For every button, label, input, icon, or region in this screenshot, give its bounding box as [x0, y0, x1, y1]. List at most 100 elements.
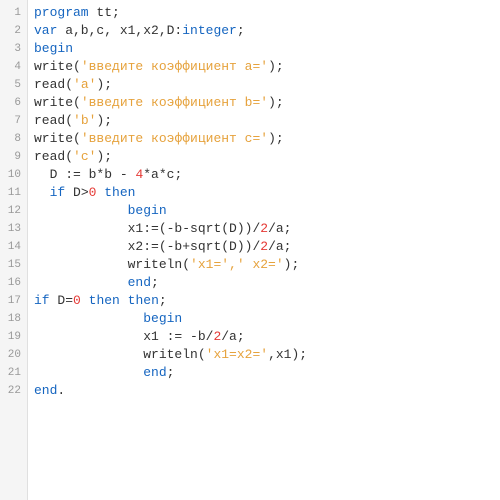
code-line[interactable]: write('введите коэффициент b=');	[34, 94, 500, 112]
code-line[interactable]: x1:=(-b-sqrt(D))/2/a;	[34, 220, 500, 238]
code-line[interactable]: if D=0 then then;	[34, 292, 500, 310]
code-line[interactable]: program tt;	[34, 4, 500, 22]
line-number[interactable]: 19	[0, 328, 27, 346]
token-ident: D=	[50, 293, 73, 308]
line-number[interactable]: 16	[0, 274, 27, 292]
code-line[interactable]: read('a');	[34, 76, 500, 94]
token-ident: writeln(	[143, 347, 205, 362]
token-ident: writeln(	[128, 257, 190, 272]
token-punct: );	[268, 131, 284, 146]
token-keyword: integer	[182, 23, 237, 38]
line-number[interactable]: 7	[0, 112, 27, 130]
token-punct: .	[57, 383, 65, 398]
line-number[interactable]: 2	[0, 22, 27, 40]
token-punct: );	[268, 59, 284, 74]
code-line[interactable]: begin	[34, 310, 500, 328]
line-number[interactable]: 11	[0, 184, 27, 202]
token-punct: (	[73, 59, 81, 74]
token-string: 'b'	[73, 113, 96, 128]
code-line[interactable]: end;	[34, 364, 500, 382]
token-ident: read	[34, 113, 65, 128]
token-punct: (	[73, 95, 81, 110]
line-number[interactable]: 5	[0, 76, 27, 94]
token-punct: (	[65, 77, 73, 92]
token-string: 'a'	[73, 77, 96, 92]
token-punct: );	[96, 149, 112, 164]
line-number[interactable]: 6	[0, 94, 27, 112]
token-string: 'x1=x2='	[206, 347, 268, 362]
line-number[interactable]: 9	[0, 148, 27, 166]
token-punct: ;	[159, 293, 167, 308]
token-keyword: then	[89, 293, 120, 308]
token-keyword: var	[34, 23, 57, 38]
token-ident: x1 := -b/	[143, 329, 213, 344]
token-keyword: end	[128, 275, 151, 290]
token-keyword: begin	[128, 203, 167, 218]
token-punct: );	[96, 77, 112, 92]
line-number[interactable]: 18	[0, 310, 27, 328]
token-ident: write	[34, 59, 73, 74]
token-keyword: then	[128, 293, 159, 308]
token-ident	[81, 293, 89, 308]
token-ident: D>	[65, 185, 88, 200]
token-keyword: begin	[34, 41, 73, 56]
code-line[interactable]: end;	[34, 274, 500, 292]
token-ident: D := b*b -	[50, 167, 136, 182]
code-line[interactable]: end.	[34, 382, 500, 400]
token-string: 'введите коэффициент a='	[81, 59, 268, 74]
code-line[interactable]: begin	[34, 202, 500, 220]
token-punct: );	[96, 113, 112, 128]
token-punct: );	[284, 257, 300, 272]
code-line[interactable]: begin	[34, 40, 500, 58]
token-ident: read	[34, 149, 65, 164]
token-ident: /a;	[221, 329, 244, 344]
token-ident: x2:=(-b+sqrt(D))/	[128, 239, 261, 254]
token-ident: a,b,c, x1,x2,D:	[57, 23, 182, 38]
line-number-gutter: 12345678910111213141516171819202122	[0, 0, 28, 500]
code-line[interactable]: write('введите коэффициент a=');	[34, 58, 500, 76]
token-ident: write	[34, 95, 73, 110]
token-punct: ;	[151, 275, 159, 290]
token-keyword: end	[34, 383, 57, 398]
line-number[interactable]: 15	[0, 256, 27, 274]
line-number[interactable]: 22	[0, 382, 27, 400]
code-line[interactable]: x1 := -b/2/a;	[34, 328, 500, 346]
line-number[interactable]: 17	[0, 292, 27, 310]
line-number[interactable]: 1	[0, 4, 27, 22]
code-line[interactable]: var a,b,c, x1,x2,D:integer;	[34, 22, 500, 40]
line-number[interactable]: 3	[0, 40, 27, 58]
line-number[interactable]: 20	[0, 346, 27, 364]
line-number[interactable]: 14	[0, 238, 27, 256]
code-line[interactable]: read('c');	[34, 148, 500, 166]
line-number[interactable]: 10	[0, 166, 27, 184]
token-number: 2	[260, 239, 268, 254]
code-line[interactable]: read('b');	[34, 112, 500, 130]
token-ident: ,x1);	[268, 347, 307, 362]
code-editor-area[interactable]: program tt;var a,b,c, x1,x2,D:integer;be…	[28, 0, 500, 500]
token-number: 0	[73, 293, 81, 308]
code-line[interactable]: x2:=(-b+sqrt(D))/2/a;	[34, 238, 500, 256]
token-ident: read	[34, 77, 65, 92]
line-number[interactable]: 4	[0, 58, 27, 76]
token-ident: x1:=(-b-sqrt(D))/	[128, 221, 261, 236]
token-string: 'x1=','	[190, 257, 245, 272]
code-line[interactable]: writeln('x1=',' x2=');	[34, 256, 500, 274]
token-string: 'c'	[73, 149, 96, 164]
token-punct: ;	[167, 365, 175, 380]
line-number[interactable]: 12	[0, 202, 27, 220]
token-keyword: if	[50, 185, 66, 200]
token-number: 2	[260, 221, 268, 236]
token-string: x2='	[245, 257, 284, 272]
code-line[interactable]: D := b*b - 4*a*c;	[34, 166, 500, 184]
token-keyword: program	[34, 5, 89, 20]
line-number[interactable]: 21	[0, 364, 27, 382]
code-line[interactable]: if D>0 then	[34, 184, 500, 202]
token-punct: (	[73, 131, 81, 146]
code-line[interactable]: write('введите коэффициент c=');	[34, 130, 500, 148]
token-ident: /a;	[268, 239, 291, 254]
line-number[interactable]: 8	[0, 130, 27, 148]
code-line[interactable]: writeln('x1=x2=',x1);	[34, 346, 500, 364]
line-number[interactable]: 13	[0, 220, 27, 238]
token-punct: ;	[112, 5, 120, 20]
token-ident: *a*c;	[143, 167, 182, 182]
